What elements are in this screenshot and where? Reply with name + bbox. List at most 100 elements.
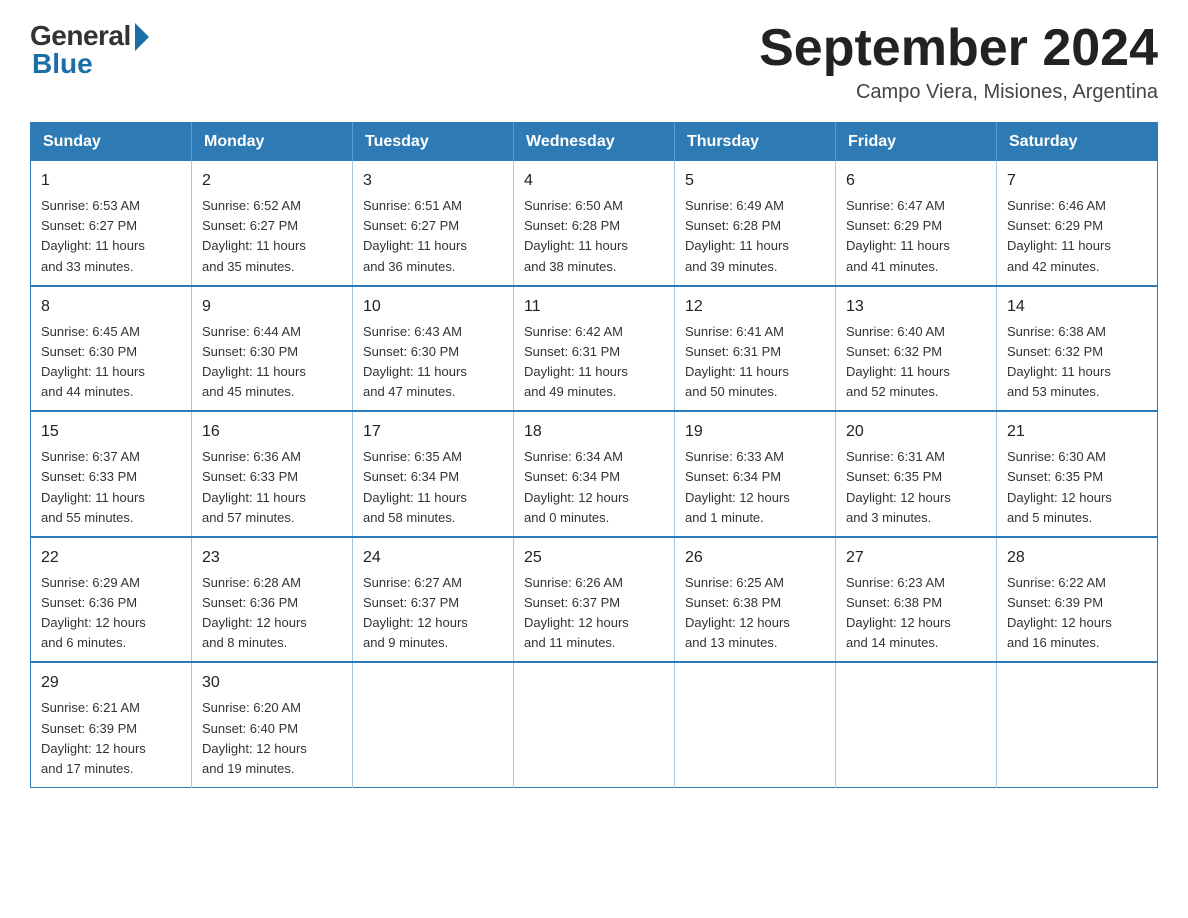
calendar-cell: 23 Sunrise: 6:28 AMSunset: 6:36 PMDayligh… (192, 537, 353, 663)
calendar-header-row: SundayMondayTuesdayWednesdayThursdayFrid… (31, 123, 1158, 162)
day-info: Sunrise: 6:38 AMSunset: 6:32 PMDaylight:… (1007, 322, 1147, 403)
calendar-week-row: 22Sunrise: 6:29 AMSunset: 6:36 PMDayligh… (31, 537, 1158, 663)
day-info: Sunrise: 6:30 AMSunset: 6:35 PMDaylight:… (1007, 447, 1147, 528)
day-number: 11 (524, 295, 664, 319)
calendar-week-row: 15 Sunrise: 6:37 AMSunset: 6:33 PMDayligh… (31, 411, 1158, 537)
subtitle: Campo Viera, Misiones, Argentina (759, 81, 1158, 104)
calendar-week-row: 29 Sunrise: 6:21 AMSunset: 6:39 PMDayligh… (31, 662, 1158, 787)
calendar-cell: 3Sunrise: 6:51 AMSunset: 6:27 PMDaylight… (353, 161, 514, 286)
calendar-cell: 27Sunrise: 6:23 AMSunset: 6:38 PMDayligh… (836, 537, 997, 663)
day-number: 25 (524, 546, 664, 570)
day-info: Sunrise: 6:34 AMSunset: 6:34 PMDaylight:… (524, 447, 664, 528)
day-number: 15 (41, 420, 181, 444)
day-number: 30 (202, 671, 342, 695)
calendar-cell: 28 Sunrise: 6:22 AMSunset: 6:39 PMDayligh… (997, 537, 1158, 663)
day-of-week-header: Saturday (997, 123, 1158, 162)
day-of-week-header: Tuesday (353, 123, 514, 162)
day-of-week-header: Sunday (31, 123, 192, 162)
day-info: Sunrise: 6:36 AMSunset: 6:33 PMDaylight:… (202, 447, 342, 528)
day-of-week-header: Monday (192, 123, 353, 162)
title-area: September 2024 Campo Viera, Misiones, Ar… (759, 20, 1158, 104)
calendar-cell: 12Sunrise: 6:41 AMSunset: 6:31 PMDayligh… (675, 286, 836, 412)
day-number: 28 (1007, 546, 1147, 570)
day-info: Sunrise: 6:25 AMSunset: 6:38 PMDaylight:… (685, 573, 825, 654)
calendar-cell: 17Sunrise: 6:35 AMSunset: 6:34 PMDayligh… (353, 411, 514, 537)
day-info: Sunrise: 6:46 AMSunset: 6:29 PMDaylight:… (1007, 196, 1147, 277)
day-number: 12 (685, 295, 825, 319)
calendar-cell: 26 Sunrise: 6:25 AMSunset: 6:38 PMDayligh… (675, 537, 836, 663)
day-info: Sunrise: 6:28 AMSunset: 6:36 PMDaylight:… (202, 573, 342, 654)
calendar-cell: 30 Sunrise: 6:20 AMSunset: 6:40 PMDayligh… (192, 662, 353, 787)
logo-blue-text: Blue (32, 48, 93, 80)
day-info: Sunrise: 6:40 AMSunset: 6:32 PMDaylight:… (846, 322, 986, 403)
day-info: Sunrise: 6:37 AMSunset: 6:33 PMDaylight:… (41, 447, 181, 528)
calendar-cell: 10Sunrise: 6:43 AMSunset: 6:30 PMDayligh… (353, 286, 514, 412)
calendar-cell: 25 Sunrise: 6:26 AMSunset: 6:37 PMDayligh… (514, 537, 675, 663)
calendar-cell: 14 Sunrise: 6:38 AMSunset: 6:32 PMDayligh… (997, 286, 1158, 412)
day-number: 23 (202, 546, 342, 570)
day-number: 16 (202, 420, 342, 444)
day-info: Sunrise: 6:20 AMSunset: 6:40 PMDaylight:… (202, 698, 342, 779)
day-number: 19 (685, 420, 825, 444)
calendar-cell: 11 Sunrise: 6:42 AMSunset: 6:31 PMDayligh… (514, 286, 675, 412)
day-info: Sunrise: 6:22 AMSunset: 6:39 PMDaylight:… (1007, 573, 1147, 654)
day-info: Sunrise: 6:21 AMSunset: 6:39 PMDaylight:… (41, 698, 181, 779)
day-info: Sunrise: 6:29 AMSunset: 6:36 PMDaylight:… (41, 573, 181, 654)
calendar-cell: 5 Sunrise: 6:49 AMSunset: 6:28 PMDaylight… (675, 161, 836, 286)
calendar-cell: 1 Sunrise: 6:53 AMSunset: 6:27 PMDaylight… (31, 161, 192, 286)
day-number: 20 (846, 420, 986, 444)
calendar-week-row: 1 Sunrise: 6:53 AMSunset: 6:27 PMDaylight… (31, 161, 1158, 286)
day-info: Sunrise: 6:26 AMSunset: 6:37 PMDaylight:… (524, 573, 664, 654)
day-number: 13 (846, 295, 986, 319)
day-info: Sunrise: 6:50 AMSunset: 6:28 PMDaylight:… (524, 196, 664, 277)
day-info: Sunrise: 6:31 AMSunset: 6:35 PMDaylight:… (846, 447, 986, 528)
day-number: 24 (363, 546, 503, 570)
day-info: Sunrise: 6:49 AMSunset: 6:28 PMDaylight:… (685, 196, 825, 277)
day-number: 3 (363, 169, 503, 193)
logo: General Blue (30, 20, 149, 80)
day-number: 18 (524, 420, 664, 444)
day-info: Sunrise: 6:33 AMSunset: 6:34 PMDaylight:… (685, 447, 825, 528)
day-number: 10 (363, 295, 503, 319)
calendar-cell: 15 Sunrise: 6:37 AMSunset: 6:33 PMDayligh… (31, 411, 192, 537)
calendar-cell: 7Sunrise: 6:46 AMSunset: 6:29 PMDaylight… (997, 161, 1158, 286)
day-of-week-header: Thursday (675, 123, 836, 162)
day-number: 21 (1007, 420, 1147, 444)
day-number: 29 (41, 671, 181, 695)
calendar-cell: 8 Sunrise: 6:45 AMSunset: 6:30 PMDaylight… (31, 286, 192, 412)
day-number: 9 (202, 295, 342, 319)
calendar-cell (997, 662, 1158, 787)
day-info: Sunrise: 6:47 AMSunset: 6:29 PMDaylight:… (846, 196, 986, 277)
calendar-cell: 18 Sunrise: 6:34 AMSunset: 6:34 PMDayligh… (514, 411, 675, 537)
header: General Blue September 2024 Campo Viera,… (30, 20, 1158, 104)
calendar-cell: 13 Sunrise: 6:40 AMSunset: 6:32 PMDayligh… (836, 286, 997, 412)
calendar-cell: 9 Sunrise: 6:44 AMSunset: 6:30 PMDaylight… (192, 286, 353, 412)
calendar-cell: 29 Sunrise: 6:21 AMSunset: 6:39 PMDayligh… (31, 662, 192, 787)
calendar-cell (675, 662, 836, 787)
day-number: 5 (685, 169, 825, 193)
calendar-cell (353, 662, 514, 787)
day-number: 8 (41, 295, 181, 319)
day-info: Sunrise: 6:42 AMSunset: 6:31 PMDaylight:… (524, 322, 664, 403)
day-info: Sunrise: 6:45 AMSunset: 6:30 PMDaylight:… (41, 322, 181, 403)
calendar-table: SundayMondayTuesdayWednesdayThursdayFrid… (30, 122, 1158, 788)
main-title: September 2024 (759, 20, 1158, 77)
calendar-cell (514, 662, 675, 787)
day-of-week-header: Wednesday (514, 123, 675, 162)
day-number: 26 (685, 546, 825, 570)
day-info: Sunrise: 6:35 AMSunset: 6:34 PMDaylight:… (363, 447, 503, 528)
logo-triangle-icon (135, 23, 149, 51)
calendar-cell: 16 Sunrise: 6:36 AMSunset: 6:33 PMDayligh… (192, 411, 353, 537)
calendar-cell: 24Sunrise: 6:27 AMSunset: 6:37 PMDayligh… (353, 537, 514, 663)
day-number: 1 (41, 169, 181, 193)
day-number: 14 (1007, 295, 1147, 319)
calendar-cell: 2Sunrise: 6:52 AMSunset: 6:27 PMDaylight… (192, 161, 353, 286)
calendar-cell: 4Sunrise: 6:50 AMSunset: 6:28 PMDaylight… (514, 161, 675, 286)
day-info: Sunrise: 6:53 AMSunset: 6:27 PMDaylight:… (41, 196, 181, 277)
calendar-cell (836, 662, 997, 787)
calendar-cell: 21 Sunrise: 6:30 AMSunset: 6:35 PMDayligh… (997, 411, 1158, 537)
calendar-cell: 6Sunrise: 6:47 AMSunset: 6:29 PMDaylight… (836, 161, 997, 286)
calendar-cell: 20 Sunrise: 6:31 AMSunset: 6:35 PMDayligh… (836, 411, 997, 537)
day-info: Sunrise: 6:44 AMSunset: 6:30 PMDaylight:… (202, 322, 342, 403)
day-number: 2 (202, 169, 342, 193)
